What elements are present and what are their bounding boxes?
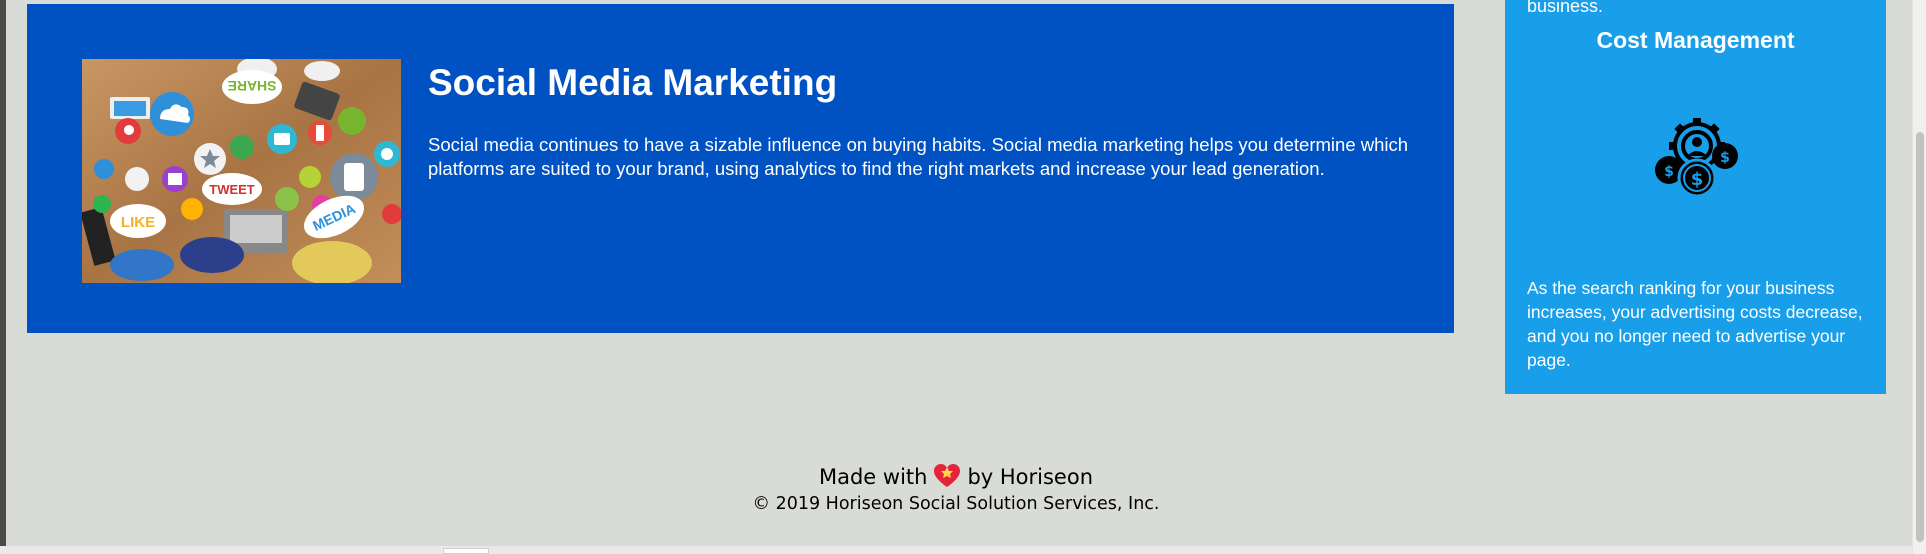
previous-benefit-text: business.	[1527, 0, 1604, 16]
horizontal-scrollbar-thumb[interactable]	[443, 548, 489, 554]
heart-icon	[933, 463, 961, 489]
page: SHARE TWEET LIKE MEDIA Social Media Mark…	[0, 0, 1926, 554]
svg-text:$: $	[1691, 169, 1704, 190]
vertical-scrollbar-thumb[interactable]	[1916, 132, 1924, 542]
footer-credit: Made with by Horiseon	[0, 462, 1912, 493]
social-media-image: SHARE TWEET LIKE MEDIA	[82, 59, 401, 283]
benefit-card-cost-management: business. Cost Management $ $ $ As the s…	[1505, 0, 1886, 394]
svg-text:$: $	[1664, 164, 1674, 180]
footer-copyright: © 2019 Horiseon Social Solution Services…	[752, 494, 1160, 514]
page-footer: Made with by Horiseon © 2019 Horiseon Soc…	[0, 462, 1912, 515]
footer-made-with: Made with	[818, 465, 928, 489]
benefit-title: Cost Management	[1596, 27, 1795, 53]
vertical-scrollbar[interactable]	[1912, 0, 1926, 554]
section-title: Social Media Marketing	[428, 62, 838, 103]
svg-text:$: $	[1720, 150, 1730, 166]
image-word-share: SHARE	[227, 78, 276, 94]
horizontal-scrollbar[interactable]	[0, 546, 1912, 554]
social-media-marketing-section: SHARE TWEET LIKE MEDIA Social Media Mark…	[27, 4, 1454, 333]
benefit-description: As the search ranking for your business …	[1527, 278, 1863, 370]
image-word-tweet: TWEET	[209, 182, 255, 197]
cost-management-icon: $ $ $	[1651, 116, 1743, 200]
section-description: Social media continues to have a sizable…	[428, 134, 1409, 179]
footer-by-horiseon: by Horiseon	[967, 465, 1094, 489]
image-word-like: LIKE	[121, 214, 155, 231]
